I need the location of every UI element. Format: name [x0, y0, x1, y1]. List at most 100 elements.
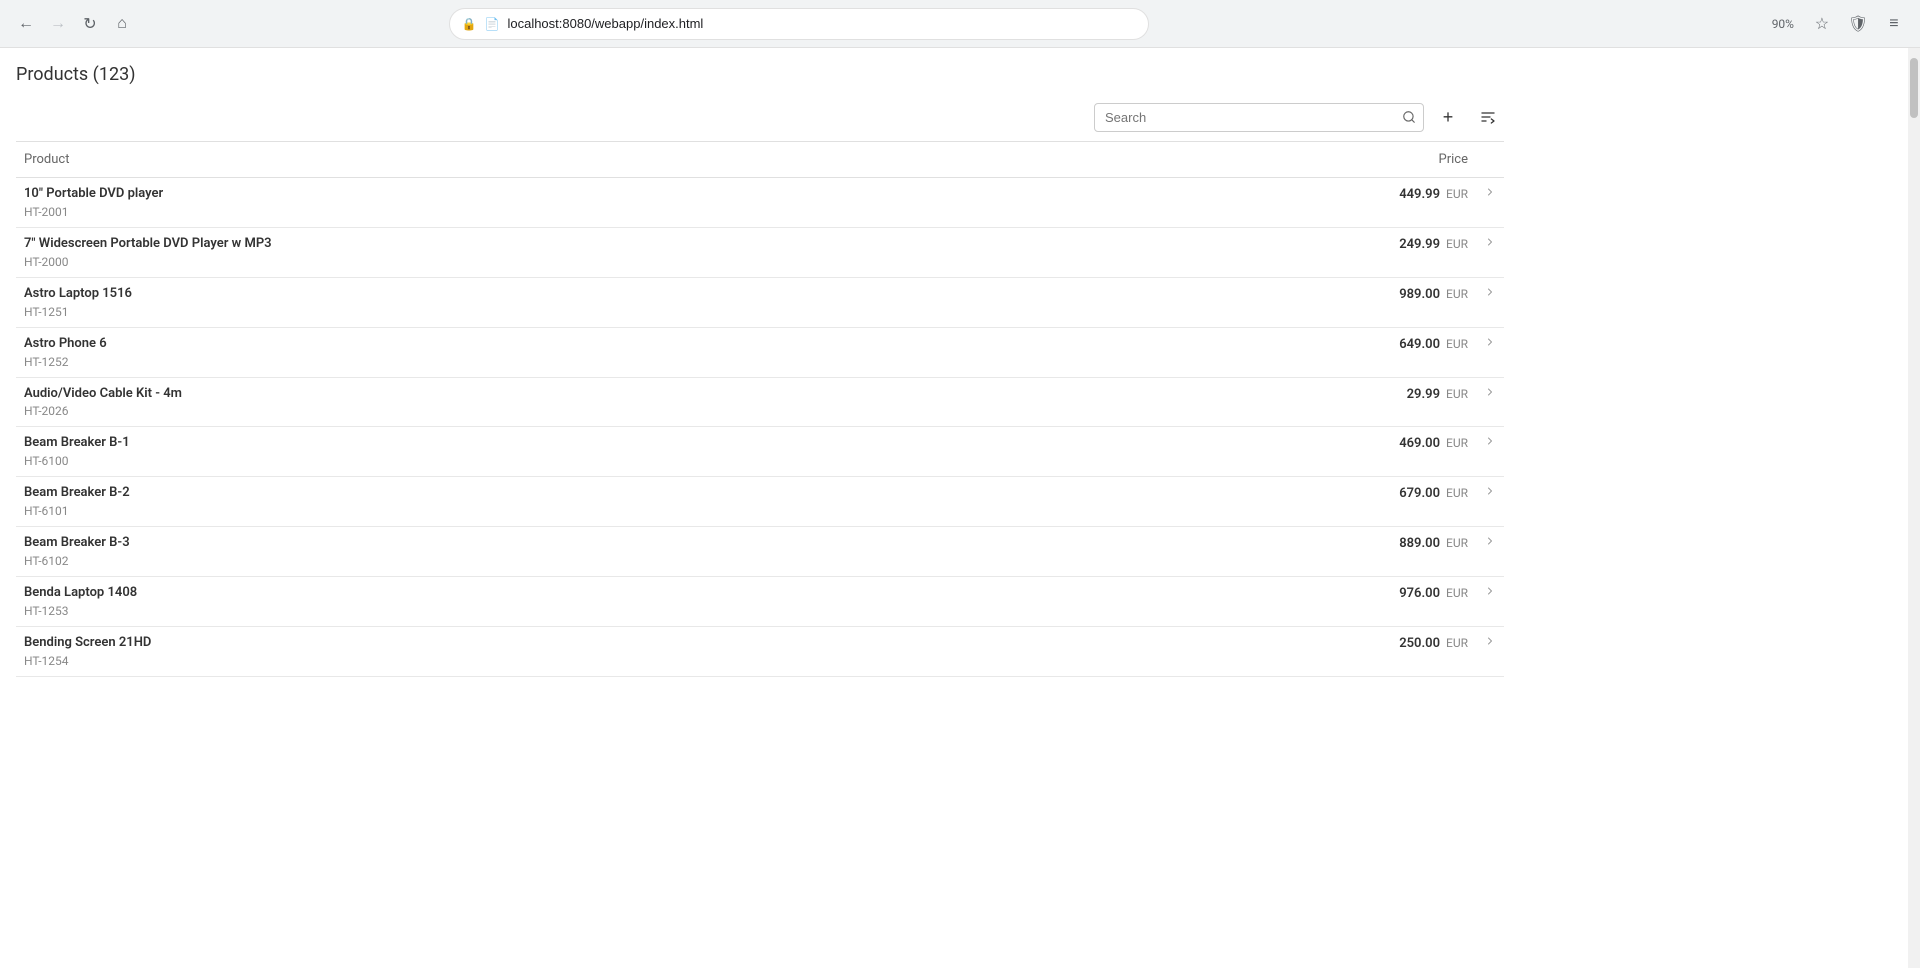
- search-container: [1094, 103, 1424, 132]
- price-cell: 29.99 EUR: [1121, 377, 1476, 427]
- add-button[interactable]: +: [1432, 101, 1464, 133]
- price-cell: 976.00 EUR: [1121, 577, 1476, 627]
- chevron-right-icon: [1484, 635, 1496, 651]
- product-id: HT-2001: [24, 205, 1113, 219]
- price-cell: 250.00 EUR: [1121, 627, 1476, 677]
- price-currency: EUR: [1443, 486, 1468, 500]
- search-button[interactable]: [1402, 110, 1416, 124]
- table-header: Product Price: [16, 142, 1504, 178]
- shield-button[interactable]: 🛡: [1844, 10, 1872, 38]
- back-button[interactable]: ←: [12, 10, 40, 38]
- scrollbar-thumb[interactable]: [1910, 58, 1918, 118]
- product-name: Astro Phone 6: [24, 336, 1113, 353]
- chevron-cell[interactable]: [1476, 327, 1504, 377]
- price-currency: EUR: [1443, 287, 1468, 301]
- chevron-cell[interactable]: [1476, 627, 1504, 677]
- price-value: 250.00: [1399, 636, 1440, 651]
- scrollbar-track[interactable]: [1908, 48, 1920, 968]
- url-input[interactable]: [507, 16, 1135, 31]
- price-value: 679.00: [1399, 486, 1440, 501]
- price-value: 976.00: [1399, 586, 1440, 601]
- price-currency: EUR: [1443, 387, 1468, 401]
- browser-right-controls: 90% ☆ 🛡 ≡: [1766, 10, 1908, 38]
- price-currency: EUR: [1443, 636, 1468, 650]
- chevron-right-icon: [1484, 386, 1496, 402]
- table-row[interactable]: 10" Portable DVD player HT-2001 449.99 EUR: [16, 178, 1504, 228]
- sort-button[interactable]: [1472, 101, 1504, 133]
- chevron-right-icon: [1484, 186, 1496, 202]
- column-price: Price: [1121, 142, 1476, 178]
- page-content: Products (123) + Product: [0, 48, 1520, 677]
- product-name: Bending Screen 21HD: [24, 635, 1113, 652]
- price-cell: 889.00 EUR: [1121, 527, 1476, 577]
- price-cell: 449.99 EUR: [1121, 178, 1476, 228]
- browser-address-bar[interactable]: 🔒 📄: [449, 8, 1149, 40]
- product-cell: Astro Laptop 1516HT-1251: [16, 277, 1121, 327]
- table-row[interactable]: 7" Widescreen Portable DVD Player w MP3H…: [16, 227, 1504, 277]
- chevron-cell[interactable]: [1476, 577, 1504, 627]
- price-currency: EUR: [1443, 436, 1468, 450]
- chevron-right-icon: [1484, 435, 1496, 451]
- product-name: Beam Breaker B-3: [24, 535, 1113, 552]
- browser-nav-buttons: ← → ↻ ⌂: [12, 10, 136, 38]
- price-value: 449.99: [1399, 187, 1440, 202]
- chevron-cell[interactable]: [1476, 227, 1504, 277]
- product-name: 7" Widescreen Portable DVD Player w MP3: [24, 236, 1113, 253]
- chevron-cell[interactable]: [1476, 377, 1504, 427]
- zoom-level: 90%: [1766, 15, 1800, 33]
- page-title: Products (123): [16, 64, 135, 85]
- product-id: HT-6101: [24, 504, 1113, 518]
- price-cell: 649.00 EUR: [1121, 327, 1476, 377]
- menu-button[interactable]: ≡: [1880, 10, 1908, 38]
- chevron-cell[interactable]: [1476, 477, 1504, 527]
- chevron-right-icon: [1484, 286, 1496, 302]
- price-value: 989.00: [1399, 287, 1440, 302]
- column-actions: [1476, 142, 1504, 178]
- search-input[interactable]: [1094, 103, 1424, 132]
- price-currency: EUR: [1443, 586, 1468, 600]
- table-row[interactable]: Beam Breaker B-3HT-6102889.00 EUR: [16, 527, 1504, 577]
- product-cell: Astro Phone 6 HT-1252: [16, 327, 1121, 377]
- table-row[interactable]: Astro Phone 6 HT-1252 649.00 EUR: [16, 327, 1504, 377]
- chevron-cell[interactable]: [1476, 527, 1504, 577]
- page-icon: 📄: [485, 17, 500, 31]
- price-cell: 989.00 EUR: [1121, 277, 1476, 327]
- price-cell: 469.00 EUR: [1121, 427, 1476, 477]
- chevron-right-icon: [1484, 485, 1496, 501]
- table-row[interactable]: Benda Laptop 1408HT-1253976.00 EUR: [16, 577, 1504, 627]
- product-name: 10" Portable DVD player: [24, 186, 1113, 203]
- browser-chrome: ← → ↻ ⌂ 🔒 📄 90% ☆ 🛡 ≡: [0, 0, 1920, 48]
- table-row[interactable]: Beam Breaker B-1HT-6100469.00 EUR: [16, 427, 1504, 477]
- product-cell: Beam Breaker B-3HT-6102: [16, 527, 1121, 577]
- chevron-cell[interactable]: [1476, 178, 1504, 228]
- price-currency: EUR: [1443, 536, 1468, 550]
- table-row[interactable]: Beam Breaker B-2HT-6101 679.00 EUR: [16, 477, 1504, 527]
- price-currency: EUR: [1443, 187, 1468, 201]
- refresh-button[interactable]: ↻: [76, 10, 104, 38]
- product-cell: 7" Widescreen Portable DVD Player w MP3H…: [16, 227, 1121, 277]
- chevron-right-icon: [1484, 535, 1496, 551]
- table-row[interactable]: Astro Laptop 1516HT-1251989.00 EUR: [16, 277, 1504, 327]
- product-cell: Beam Breaker B-2HT-6101: [16, 477, 1121, 527]
- product-id: HT-1253: [24, 604, 1113, 618]
- product-cell: Beam Breaker B-1HT-6100: [16, 427, 1121, 477]
- bookmark-button[interactable]: ☆: [1808, 10, 1836, 38]
- chevron-right-icon: [1484, 585, 1496, 601]
- forward-button[interactable]: →: [44, 10, 72, 38]
- product-id: HT-1252: [24, 355, 1113, 369]
- column-product: Product: [16, 142, 1121, 178]
- product-name: Audio/Video Cable Kit - 4m: [24, 386, 1113, 403]
- price-value: 889.00: [1399, 536, 1440, 551]
- price-currency: EUR: [1443, 237, 1468, 251]
- price-value: 649.00: [1399, 337, 1440, 352]
- home-button[interactable]: ⌂: [108, 10, 136, 38]
- product-id: HT-6100: [24, 454, 1113, 468]
- page-header: Products (123): [16, 48, 1504, 93]
- price-value: 249.99: [1399, 237, 1440, 252]
- chevron-cell[interactable]: [1476, 277, 1504, 327]
- table-row[interactable]: Bending Screen 21HDHT-1254250.00 EUR: [16, 627, 1504, 677]
- chevron-cell[interactable]: [1476, 427, 1504, 477]
- product-table: Product Price 10" Portable DVD player HT-…: [16, 141, 1504, 677]
- price-value: 29.99: [1407, 387, 1440, 402]
- table-row[interactable]: Audio/Video Cable Kit - 4mHT-202629.99 E…: [16, 377, 1504, 427]
